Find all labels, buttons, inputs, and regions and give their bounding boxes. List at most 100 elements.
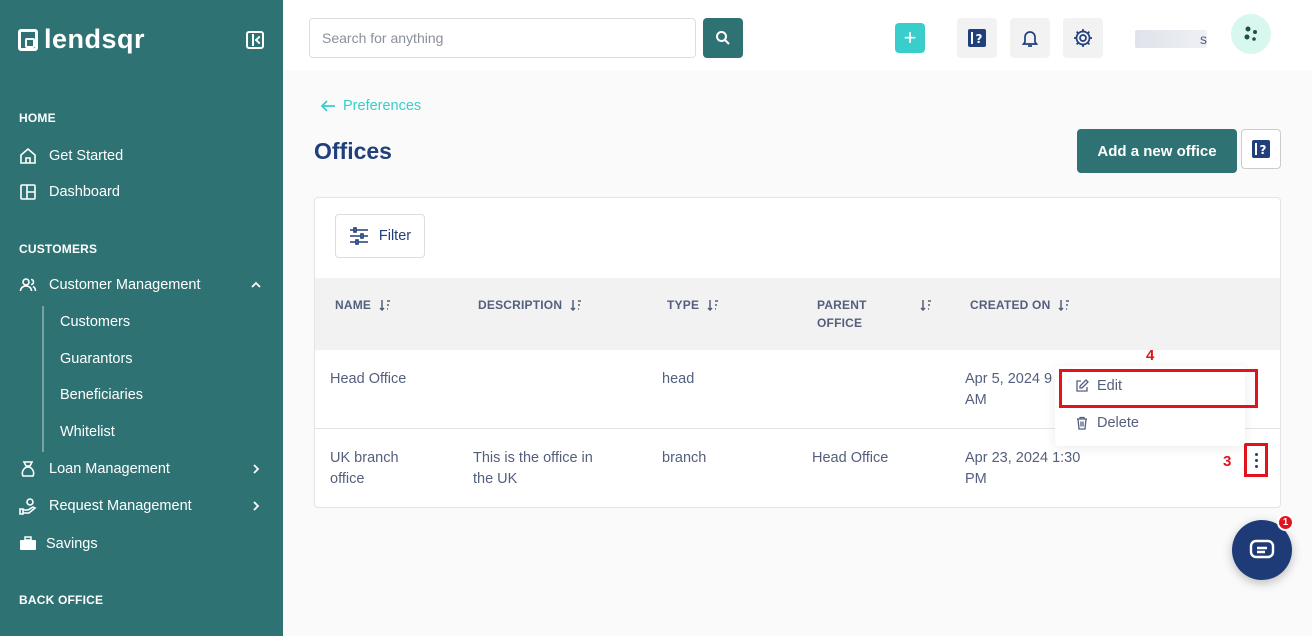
column-header-name[interactable]: NAME [335,296,391,314]
help-icon: ? [968,29,986,47]
sort-icon [920,300,931,311]
sidebar-item-label: Customer Management [49,277,201,293]
dot [1254,464,1258,468]
help-icon: ? [1252,140,1270,158]
filter-icon [349,227,368,245]
cell-line: Apr 5, 2024 9 [965,371,1053,387]
sidebar-item-request-management[interactable]: Request Management [19,494,265,518]
column-header-label: NAME [335,298,372,312]
column-header-parent-office[interactable]: PARENT OFFICE [817,296,932,332]
column-header-type[interactable]: TYPE [667,296,719,314]
chat-icon [1249,539,1275,559]
sidebar-item-loan-management[interactable]: Loan Management [19,457,265,481]
cell-line: Apr 23, 2024 1:30 [965,450,1081,466]
avatar-icon [1244,26,1257,41]
add-new-office-button[interactable]: Add a new office [1077,129,1237,173]
column-header-label: TYPE [667,298,700,312]
user-name[interactable]: s [1135,30,1207,48]
notifications-button[interactable] [1010,18,1050,58]
search-icon [716,31,730,45]
back-link-label: Preferences [343,98,422,114]
sidebar-item-label: Get Started [49,148,124,164]
cell-line: This is the office in [473,450,593,466]
submenu-line [42,306,44,452]
sort-icon [707,300,719,311]
column-header-line: PARENT [817,298,867,312]
page-help-button[interactable]: ? [1241,129,1281,169]
column-header-label: PARENT OFFICE [817,296,867,332]
arrow-left-icon [320,100,335,112]
sidebar-item-label: Request Management [49,498,192,514]
menu-item-label: Delete [1097,415,1139,431]
search-input[interactable] [309,18,696,58]
chat-badge: 1 [1277,514,1294,531]
row-actions-button[interactable] [1244,443,1268,477]
bell-icon [1021,31,1039,47]
users-icon [19,276,37,294]
cell-name: Head Office [330,371,407,387]
cell-created-on: Apr 5, 2024 9 AM [965,369,1052,411]
menu-item-delete[interactable]: Delete [1075,415,1139,431]
cell-type: head [662,371,695,387]
back-link[interactable]: Preferences [320,98,421,114]
annotation-step-4: 4 [1146,347,1155,364]
savings-icon [19,535,37,553]
table-header: NAME DESCRIPTION TYPE PARENT OFFICE CREAT… [315,278,1280,350]
sidebar: lendsqr HOME Get Started Dashboard CUSTO… [0,0,283,636]
filter-button[interactable]: Filter [335,214,425,258]
sidebar-subitem-whitelist[interactable]: Whitelist [60,424,115,440]
sort-icon [379,300,391,311]
sidebar-subitem-guarantors[interactable]: Guarantors [60,351,133,367]
column-header-line: OFFICE [817,316,863,330]
sidebar-subitem-customers[interactable]: Customers [60,314,130,330]
sidebar-item-label: Savings [46,536,98,552]
settings-button[interactable] [1063,18,1103,58]
dot [1254,458,1258,462]
cell-line: the UK [473,471,518,487]
offices-table-card: Filter NAME DESCRIPTION TYPE PARENT OFFIC… [314,197,1281,508]
edit-highlight-box [1059,369,1258,408]
sidebar-item-customer-management[interactable]: Customer Management [19,273,265,297]
filter-label: Filter [378,228,412,244]
svg-text:?: ? [1260,143,1267,157]
cell-line: office [330,471,365,487]
sidebar-item-label: Dashboard [49,184,120,200]
annotation-step-3: 3 [1223,453,1232,470]
chevron-right-icon [253,501,260,511]
search-button[interactable] [703,18,743,58]
column-header-description[interactable]: DESCRIPTION [478,296,582,314]
column-header-label: DESCRIPTION [478,298,563,312]
loan-icon [19,460,37,478]
trash-icon [1077,416,1087,430]
logo[interactable]: lendsqr [18,24,145,55]
chevron-up-icon [251,281,261,288]
request-icon [19,497,37,515]
avatar[interactable] [1231,14,1271,54]
cell-line: AM [965,392,987,408]
dashboard-icon [19,183,37,201]
sidebar-item-get-started[interactable]: Get Started [19,144,265,168]
sidebar-item-savings[interactable]: Savings [19,532,265,556]
sort-icon [1058,300,1070,311]
column-header-created-on[interactable]: CREATED ON [970,296,1070,314]
svg-text:?: ? [976,32,983,46]
cell-type: branch [662,450,707,466]
cell-parent-office: Head Office [812,450,889,466]
sidebar-item-label: Loan Management [49,461,170,477]
chevron-right-icon [253,464,260,474]
collapse-sidebar-icon[interactable] [246,31,264,49]
home-icon [19,147,37,165]
gear-icon [1074,29,1092,47]
dot [1254,452,1258,456]
cell-name: UK branch office [330,448,399,490]
sidebar-item-dashboard[interactable]: Dashboard [19,180,265,204]
logo-text: lendsqr [44,24,146,54]
cell-line: UK branch [330,450,399,466]
help-button[interactable]: ? [957,18,997,58]
add-button[interactable]: + [895,23,925,53]
sidebar-subitem-beneficiaries[interactable]: Beneficiaries [60,387,143,403]
section-home: HOME [19,111,56,125]
page-title: Offices [314,138,392,164]
cell-description: This is the office in the UK [473,448,593,490]
cell-created-on: Apr 23, 2024 1:30 PM [965,448,1080,490]
